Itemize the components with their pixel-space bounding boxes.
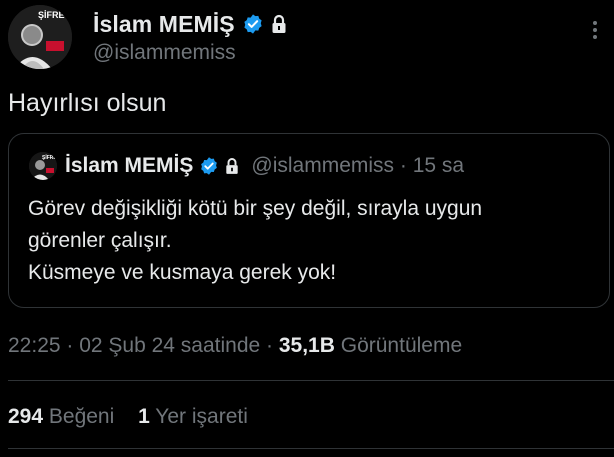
likes-stat[interactable]: 294 Beğeni [8,405,114,429]
tweet-detail: ŞİFRE İslam MEMİŞ @islammemiss Hayırlısı… [0,0,614,457]
author-handle[interactable]: @islammemiss [93,41,236,65]
author-avatar[interactable]: ŞİFRE [8,5,72,69]
verified-badge-icon [242,13,264,35]
lock-icon [225,157,239,175]
quoted-author-name: İslam MEMİŞ [65,154,194,177]
quoted-line: Küsmeye ve kusmaya gerek yok! [28,261,337,284]
tweet-meta: 22:25 · 02 Şub 24 saatinde · 35,1B Görün… [8,334,462,358]
divider [8,448,614,449]
divider [8,380,614,381]
likes-count: 294 [8,405,44,428]
bookmarks-count: 1 [138,405,150,428]
author-name-row: İslam MEMİŞ [93,9,287,39]
views-label: Görüntüleme [334,334,463,357]
likes-label: Beğeni [48,405,115,428]
engagement-stats: 294 Beğeni 1 Yer işareti [8,405,266,429]
quoted-handle-time: @islammemiss · 15 sa [251,154,465,177]
quoted-tweet[interactable]: ŞİFRE İslam MEMİŞ @islammemiss · 15 sa G… [8,133,610,308]
quoted-line: Görev değişikliği kötü bir şey değil, sı… [28,197,483,220]
quoted-line: görenler çalışır. [28,229,172,252]
quoted-author-avatar: ŞİFRE [29,152,57,180]
views-count: 35,1B [278,334,335,357]
tweet-timestamp[interactable]: 22:25 · 02 Şub 24 saatinde · [8,334,279,357]
tweet-text: Hayırlısı olsun [8,89,167,117]
bookmarks-stat[interactable]: 1 Yer işareti [138,405,248,429]
bookmarks-label: Yer işareti [155,405,248,428]
author-display-name[interactable]: İslam MEMİŞ [93,11,235,38]
avatar-photo: ŞİFRE [8,5,72,69]
more-options-icon[interactable] [583,18,607,42]
svg-text:ŞİFRE: ŞİFRE [42,154,57,161]
quoted-tweet-text: Görev değişikliği kötü bir şey değil, sı… [28,193,482,289]
svg-text:ŞİFRE: ŞİFRE [38,10,65,20]
quoted-tweet-header: ŞİFRE İslam MEMİŞ @islammemiss · 15 sa [29,151,464,181]
lock-icon [271,14,287,34]
verified-badge-icon [199,156,219,176]
